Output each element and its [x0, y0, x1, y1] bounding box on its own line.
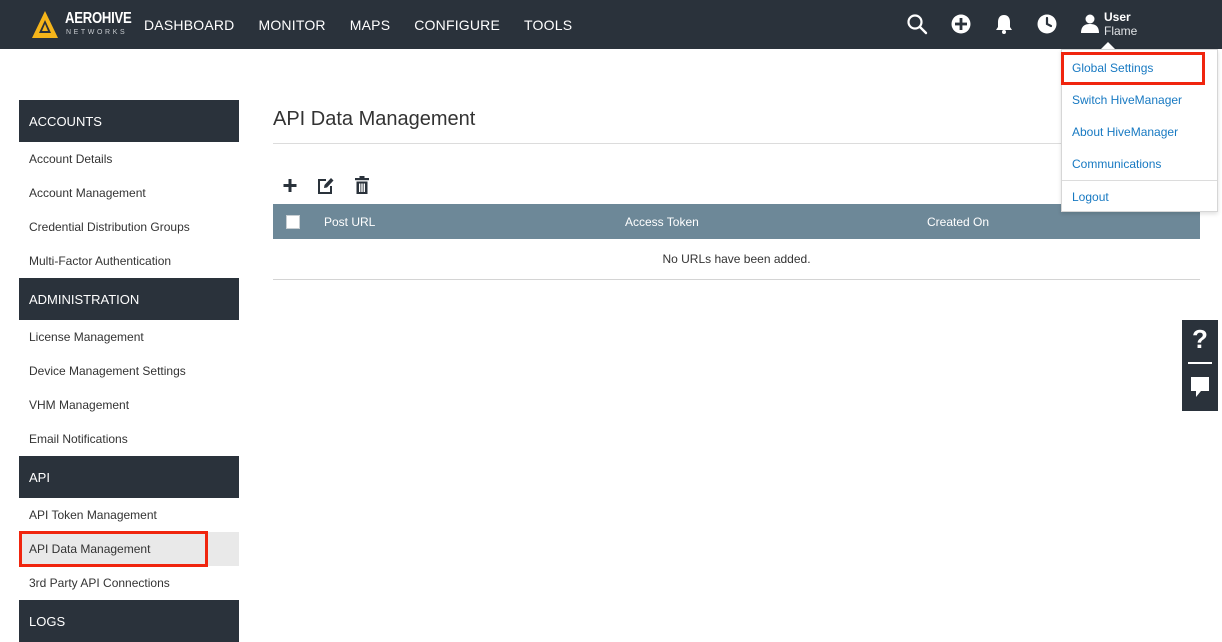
help-icon[interactable]: ?: [1182, 324, 1218, 355]
menu-item-switch-hivemanager[interactable]: Switch HiveManager: [1072, 93, 1182, 107]
menu-divider: [1062, 180, 1217, 181]
sidebar-section-administration: ADMINISTRATION: [19, 278, 239, 320]
help-side-tab: ?: [1182, 320, 1218, 411]
user-dropdown-menu: Global Settings Switch HiveManager About…: [1061, 49, 1218, 212]
nav-monitor[interactable]: MONITOR: [258, 17, 325, 33]
sidebar-section-logs: LOGS: [19, 600, 239, 642]
sidebar-item-api-data-management[interactable]: API Data Management: [19, 532, 239, 566]
sidebar-item-account-details[interactable]: Account Details: [19, 142, 239, 176]
user-icon: [1081, 14, 1099, 33]
sidebar-item-license-management[interactable]: License Management: [19, 320, 239, 354]
menu-item-about-hivemanager[interactable]: About HiveManager: [1072, 125, 1178, 139]
top-bar: AEROHIVE NETWORKS DASHBOARD MONITOR MAPS…: [0, 0, 1222, 49]
aerohive-logo[interactable]: AEROHIVE NETWORKS: [32, 10, 132, 40]
user-menu-toggle[interactable]: User Flame: [1078, 9, 1208, 41]
menu-item-communications[interactable]: Communications: [1072, 157, 1161, 171]
page-title: API Data Management: [273, 108, 476, 130]
delete-icon[interactable]: [352, 174, 372, 196]
edit-icon[interactable]: [315, 174, 335, 196]
sidebar-item-device-management-settings[interactable]: Device Management Settings: [19, 354, 239, 388]
nav-dashboard[interactable]: DASHBOARD: [144, 17, 234, 33]
nav-maps[interactable]: MAPS: [350, 17, 390, 33]
user-name: Flame: [1104, 24, 1138, 38]
user-label: User: [1104, 10, 1131, 24]
sidebar-item-api-token-management[interactable]: API Token Management: [19, 498, 239, 532]
nav-tools[interactable]: TOOLS: [524, 17, 572, 33]
help-tab-divider: [1188, 362, 1212, 364]
sidebar-section-accounts: ACCOUNTS: [19, 100, 239, 142]
clock-icon[interactable]: [1036, 13, 1058, 35]
column-created-on[interactable]: Created On: [927, 215, 989, 229]
aerohive-logo-icon: [32, 11, 58, 38]
sidebar-item-vhm-management[interactable]: VHM Management: [19, 388, 239, 422]
select-all-checkbox[interactable]: [286, 215, 300, 229]
sidebar-item-multi-factor-authentication[interactable]: Multi-Factor Authentication: [19, 244, 239, 278]
sidebar-item-credential-distribution-groups[interactable]: Credential Distribution Groups: [19, 210, 239, 244]
menu-item-global-settings[interactable]: Global Settings: [1072, 61, 1153, 75]
nav-configure[interactable]: CONFIGURE: [414, 17, 500, 33]
bell-icon[interactable]: [993, 13, 1015, 35]
column-post-url[interactable]: Post URL: [324, 215, 375, 229]
table-empty-message: No URLs have been added.: [273, 239, 1200, 280]
sidebar-item-3rd-party-api-connections[interactable]: 3rd Party API Connections: [19, 566, 239, 600]
sidebar-item-account-management[interactable]: Account Management: [19, 176, 239, 210]
add-icon[interactable]: [280, 174, 300, 196]
sidebar-item-email-notifications[interactable]: Email Notifications: [19, 422, 239, 456]
brand-tagline: NETWORKS: [66, 29, 128, 36]
dropdown-caret: [1101, 42, 1115, 49]
menu-item-logout[interactable]: Logout: [1072, 190, 1109, 204]
brand-name: AEROHIVE: [65, 10, 132, 27]
sidebar-section-api: API: [19, 456, 239, 498]
column-access-token[interactable]: Access Token: [625, 215, 699, 229]
settings-sidebar: ACCOUNTS Account Details Account Managem…: [19, 100, 239, 642]
chat-icon[interactable]: [1190, 375, 1210, 399]
search-icon[interactable]: [906, 13, 928, 35]
main-nav: DASHBOARD MONITOR MAPS CONFIGURE TOOLS: [144, 0, 596, 49]
add-icon[interactable]: [950, 13, 972, 35]
